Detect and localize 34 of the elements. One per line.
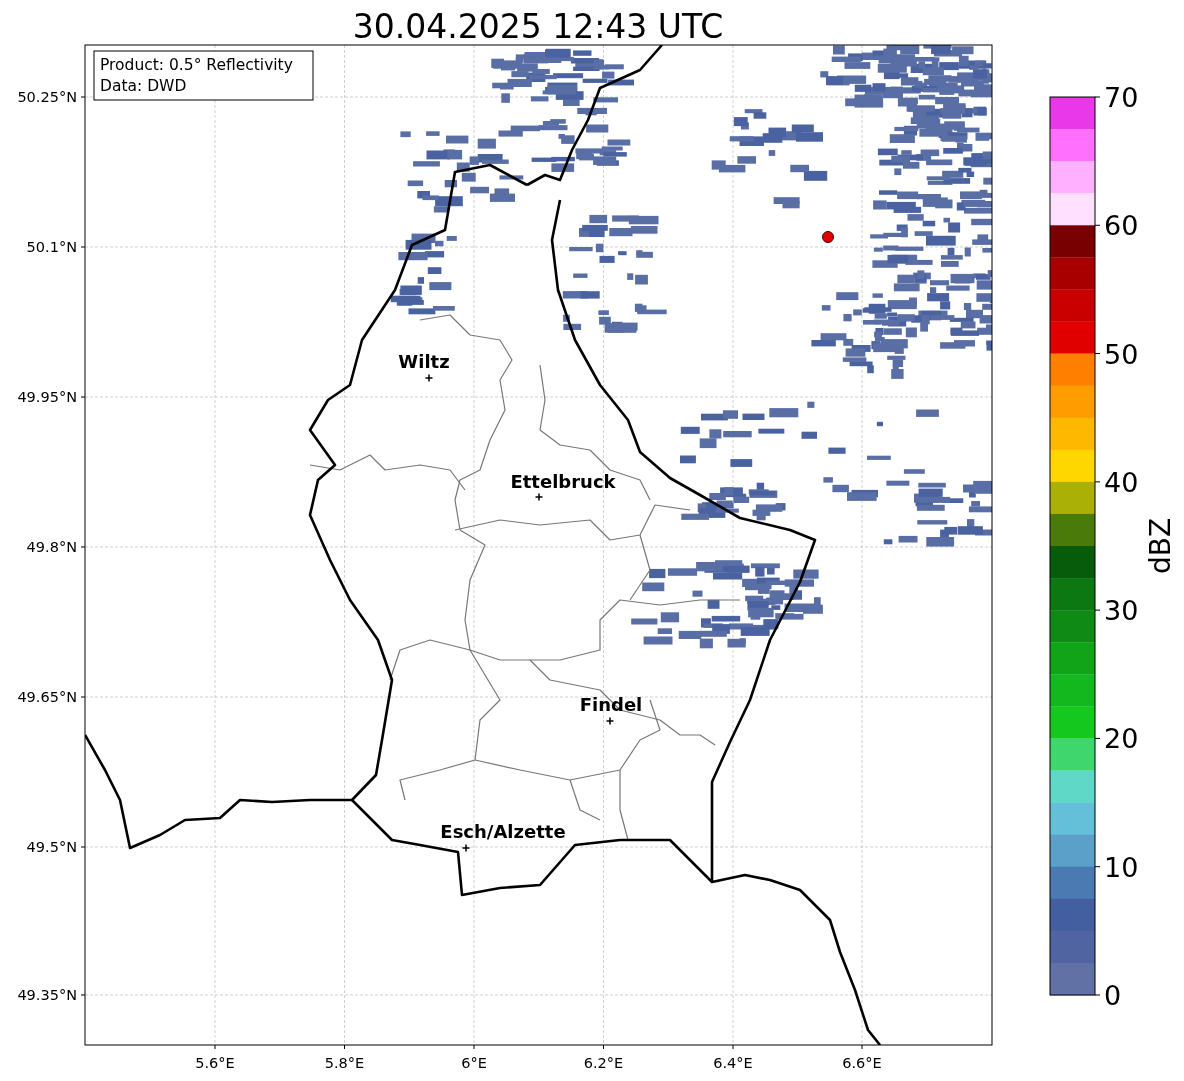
city-marker-icon: [461, 843, 471, 853]
colorbar-label: dBZ: [1144, 517, 1177, 575]
latitude-label: 50.1°N: [26, 239, 77, 255]
city-label: Ettelbruck: [510, 471, 616, 492]
latitude-label: 49.5°N: [26, 839, 77, 855]
colorbar-tick-label: 10: [1104, 851, 1139, 883]
colorbar-tick-label: 50: [1104, 338, 1139, 370]
info-text: Data: DWD: [100, 77, 187, 95]
colorbar-tick-label: 40: [1104, 466, 1139, 498]
latitude-label: 49.65°N: [17, 689, 77, 705]
city-label: Wiltz: [398, 351, 450, 372]
longitude-label: 5.6°E: [195, 1055, 235, 1071]
colorbar-tick-label: 60: [1104, 210, 1139, 242]
colorbar-tick-label: 30: [1104, 595, 1139, 627]
colorbar-tick-label: 20: [1104, 723, 1139, 755]
longitude-label: 6°E: [461, 1055, 487, 1071]
longitude-label: 5.8°E: [324, 1055, 365, 1071]
longitude-label: 6.6°E: [842, 1055, 882, 1071]
city-label: Findel: [579, 694, 643, 715]
city-marker-icon: [534, 492, 544, 502]
colorbar-tick-label: 0: [1104, 980, 1122, 1011]
city-marker-icon: [424, 373, 434, 383]
latitude-label: 50.25°N: [17, 89, 77, 105]
radar-site-marker: [822, 231, 834, 243]
longitude-label: 6.2°E: [583, 1055, 624, 1071]
city-marker-icon: [605, 716, 615, 726]
latitude-label: 49.95°N: [17, 389, 77, 405]
city-label: Esch/Alzette: [440, 821, 566, 842]
latitude-label: 49.8°N: [26, 539, 77, 555]
longitude-label: 6.4°E: [713, 1055, 753, 1071]
colorbar-tick-label: 70: [1104, 82, 1139, 113]
info-text: Product: 0.5° Reflectivity: [100, 56, 293, 74]
chart-title: 30.04.2025 12:43 UTC: [352, 7, 724, 46]
latitude-label: 49.35°N: [17, 987, 77, 1003]
